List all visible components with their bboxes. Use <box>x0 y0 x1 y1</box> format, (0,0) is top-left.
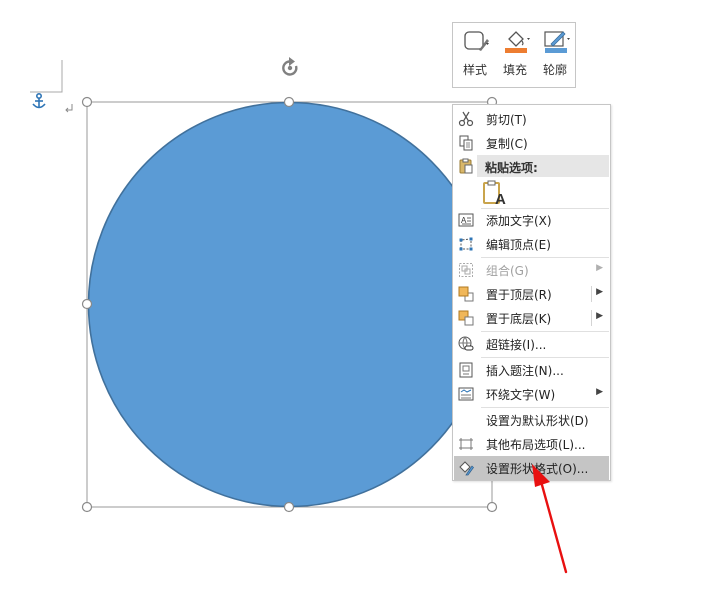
paragraph-mark-icon <box>65 104 73 113</box>
paste-options-header: 粘贴选项: <box>477 155 609 177</box>
bring-to-front-icon <box>458 286 474 302</box>
fill-button[interactable]: 填充 <box>495 23 535 87</box>
rotate-handle-icon[interactable] <box>282 57 298 76</box>
split-divider <box>591 286 592 302</box>
layout-options-icon <box>459 438 473 450</box>
insert-caption-icon <box>459 362 473 378</box>
resize-handle-left[interactable] <box>81 298 93 310</box>
submenu-arrow-icon: ▶ <box>596 387 603 397</box>
context-menu: 剪切(T) 复制(C) 粘贴选项: A A 添加文字(X) 编辑顶点(E) 组合… <box>452 104 611 481</box>
svg-text:A: A <box>495 191 506 206</box>
scissors-icon <box>458 111 474 127</box>
menu-item-copy[interactable]: 复制(C) <box>454 131 609 155</box>
shape-style-icon <box>464 31 489 51</box>
format-shape-icon <box>459 461 474 476</box>
resize-handle-top-left[interactable] <box>81 96 93 108</box>
resize-handle-bottom-left[interactable] <box>81 501 93 513</box>
paste-keep-text-only-icon[interactable]: A <box>482 180 506 206</box>
paste-options-icon <box>459 158 473 174</box>
add-text-icon: A <box>458 213 474 227</box>
menu-item-wrap-text[interactable]: 环绕文字(W) ▶ <box>454 382 609 406</box>
resize-handle-bottom[interactable] <box>283 501 295 513</box>
style-label: 样式 <box>462 63 487 77</box>
menu-item-group[interactable]: 组合(G) ▶ <box>454 258 609 282</box>
resize-handle-bottom-right[interactable] <box>486 501 498 513</box>
submenu-arrow-icon: ▶ <box>596 263 603 273</box>
wrap-text-icon <box>458 387 474 401</box>
fill-bucket-icon <box>505 31 530 53</box>
copy-icon <box>459 135 473 151</box>
menu-item-cut[interactable]: 剪切(T) <box>454 107 609 131</box>
menu-item-set-default-shape[interactable]: 设置为默认形状(D) <box>454 408 609 432</box>
resize-handle-top[interactable] <box>283 96 295 108</box>
anchor-icon <box>32 93 46 109</box>
send-to-back-icon <box>458 310 474 326</box>
menu-item-add-text[interactable]: A 添加文字(X) <box>454 208 609 232</box>
style-button[interactable]: 样式 <box>455 23 495 87</box>
menu-item-insert-caption[interactable]: 插入题注(N)... <box>454 358 609 382</box>
hyperlink-icon <box>458 336 474 351</box>
menu-item-hyperlink[interactable]: 超链接(I)... <box>454 332 609 356</box>
submenu-arrow-icon[interactable]: ▶ <box>596 311 603 321</box>
outline-button[interactable]: 轮廓 <box>535 23 575 87</box>
outline-pen-icon <box>544 31 570 53</box>
edit-points-icon <box>459 237 473 251</box>
menu-item-edit-points[interactable]: 编辑顶点(E) <box>454 232 609 256</box>
group-icon <box>459 263 473 277</box>
circle-shape[interactable] <box>87 101 492 508</box>
fill-label: 填充 <box>502 63 527 77</box>
menu-item-send-to-back[interactable]: 置于底层(K) ▶ <box>454 306 609 330</box>
submenu-arrow-icon[interactable]: ▶ <box>596 287 603 297</box>
menu-item-format-shape[interactable]: 设置形状格式(O)... <box>454 456 609 480</box>
menu-item-bring-to-front[interactable]: 置于顶层(R) ▶ <box>454 282 609 306</box>
margin-corner-mark <box>30 60 63 93</box>
split-divider <box>591 310 592 326</box>
mini-toolbar: 样式 填充 轮廓 <box>452 22 576 88</box>
menu-item-more-layout-options[interactable]: 其他布局选项(L)... <box>454 432 609 456</box>
outline-label: 轮廓 <box>542 63 567 77</box>
